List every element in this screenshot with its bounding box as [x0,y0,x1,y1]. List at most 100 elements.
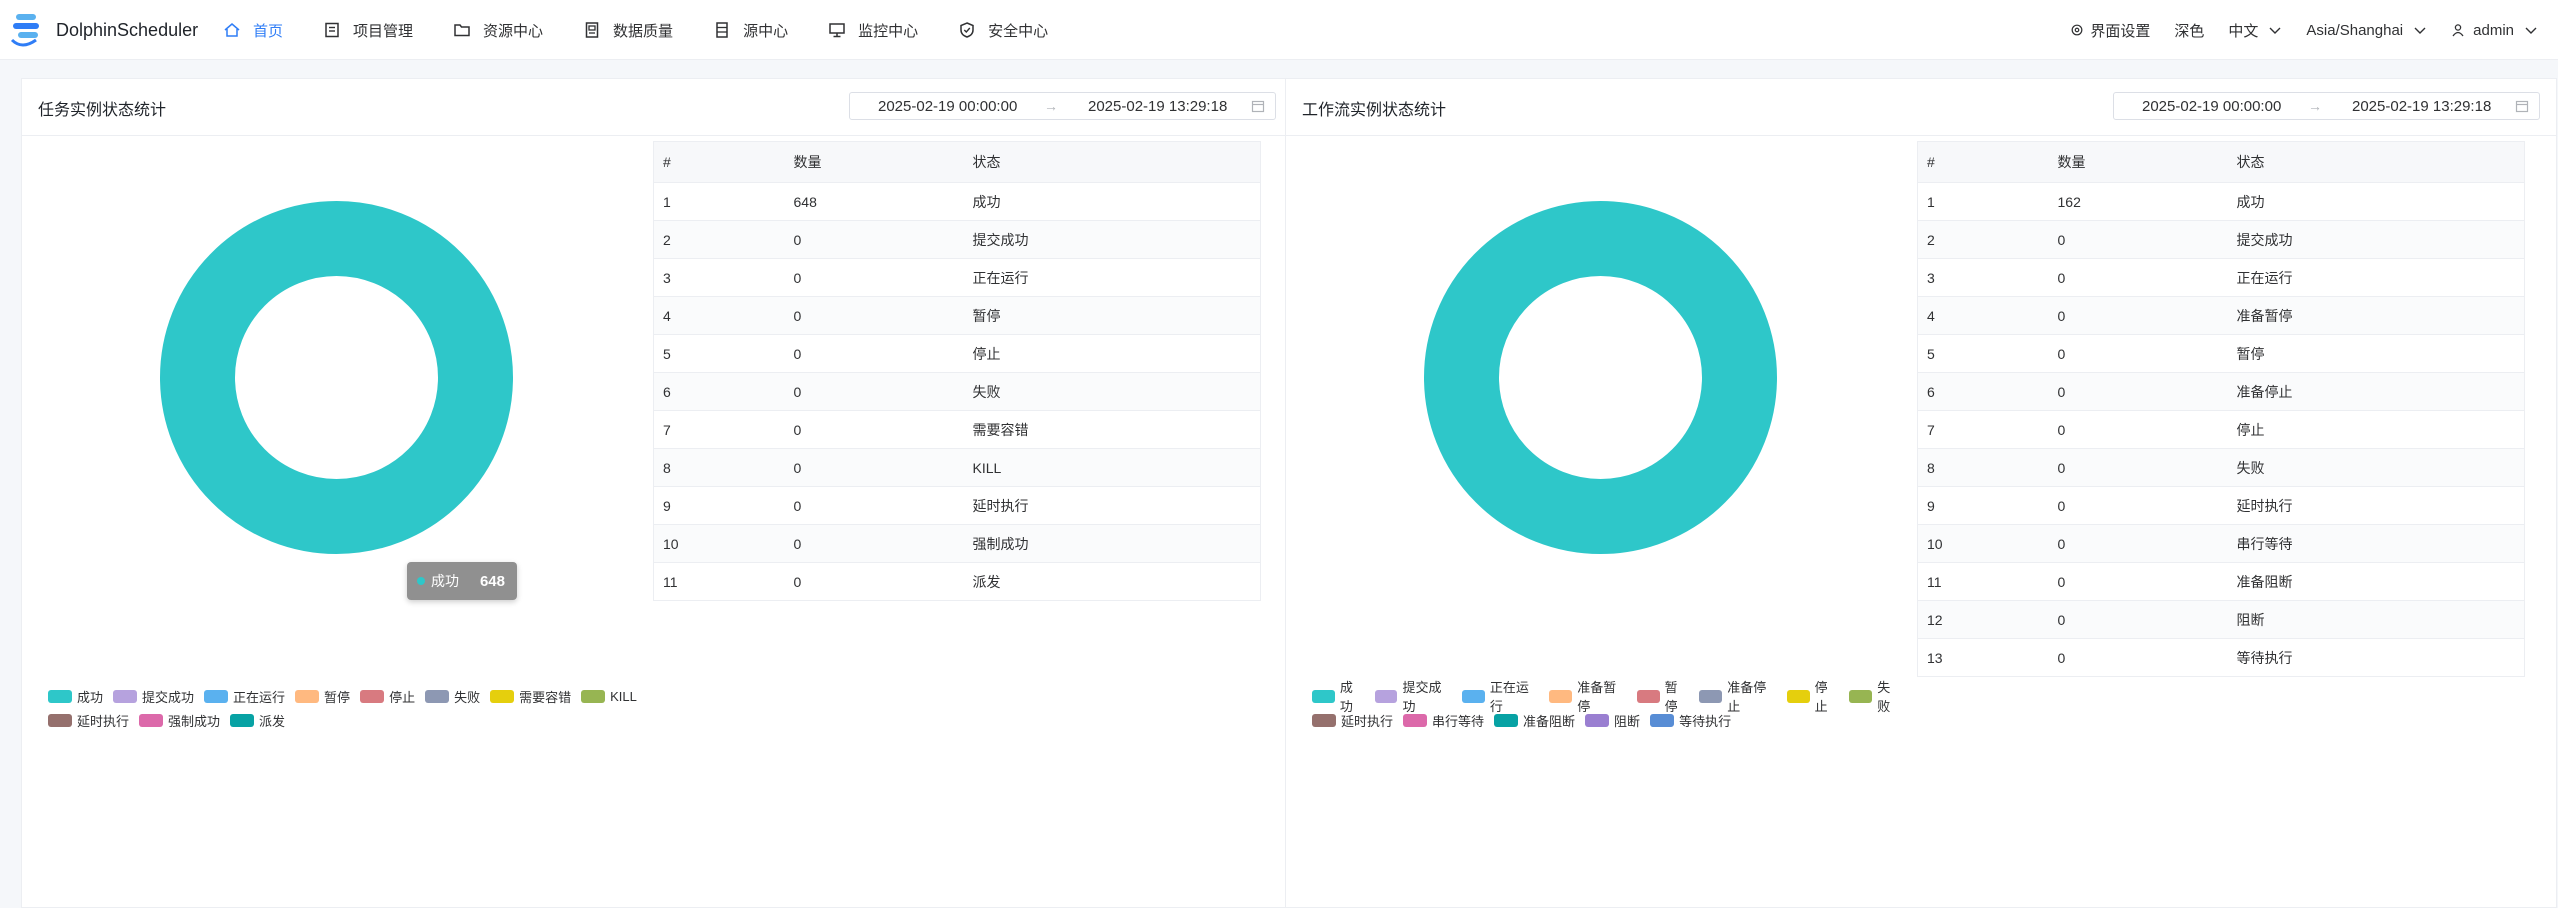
table-cell: 停止 [2227,410,2525,449]
legend-item[interactable]: 暂停 [1636,677,1690,715]
table-cell: 失败 [963,372,1261,411]
legend-label: 延时执行 [1341,713,1394,729]
legend-item[interactable]: 串行等待 [1403,711,1484,730]
nav-item-home[interactable]: 首页 [223,20,283,41]
legend-swatch [425,689,450,703]
nav-item-label: 项目管理 [353,22,414,40]
user-menu[interactable]: admin [2451,22,2538,39]
start-date[interactable]: 2025-02-19 00:00:00 [2142,98,2281,115]
date-range-picker[interactable]: 2025-02-19 00:00:00 → 2025-02-19 13:29:1… [2113,92,2540,120]
theme-toggle[interactable]: 深色 [2174,20,2204,41]
legend-item[interactable]: 提交成功 [113,687,194,706]
legend-item[interactable]: 失败 [425,687,480,706]
end-date[interactable]: 2025-02-19 13:29:18 [1088,98,1227,115]
nav-item-monitor[interactable]: 监控中心 [828,20,918,41]
table-cell: 12 [1917,600,2049,639]
date-range-picker[interactable]: 2025-02-19 00:00:00 → 2025-02-19 13:29:1… [849,92,1276,120]
donut-slice-success[interactable] [1424,201,1777,554]
legend-label: 准备阻断 [1523,713,1576,729]
legend-item[interactable]: 暂停 [295,687,350,706]
table-cell: 9 [653,486,785,525]
language-select[interactable]: 中文 [2228,20,2282,41]
workflow-status-table: # 数量 状态 1 162 成功 2 0 提交成功 3 0 正在运行 4 0 准备暂停 5 0 暂停 6 0 准备停止… [1917,141,2525,677]
legend-item[interactable]: 派发 [230,711,285,730]
legend-item[interactable]: KILL [581,689,637,704]
task-donut-chart[interactable] [158,199,515,556]
table-cell: 4 [1917,296,2049,335]
table-cell: 失败 [2227,448,2525,487]
legend-item[interactable]: 阻断 [1585,711,1640,730]
legend-swatch [1312,689,1335,703]
legend-item[interactable]: 成功 [1312,677,1365,715]
legend-label: 阻断 [1614,713,1641,729]
workflow-donut-chart[interactable] [1422,199,1779,556]
brand-logo[interactable]: DolphinScheduler [10,10,198,50]
legend-item[interactable]: 准备停止 [1699,677,1776,715]
nav-item-shield[interactable]: 安全中心 [958,20,1048,41]
legend-item[interactable]: 延时执行 [1312,711,1393,730]
table-cell: 串行等待 [2227,524,2525,563]
table-cell: 0 [784,410,964,449]
table-cell: 准备停止 [2227,372,2525,411]
nav-item-data-quality[interactable]: 数据质量 [583,20,673,41]
legend-item[interactable]: 停止 [1786,677,1840,715]
table-row: 8 0 失败 [1917,448,2525,487]
table-row: 7 0 需要容错 [653,410,1261,449]
table-cell: 0 [784,220,964,259]
legend-label: 正在运行 [233,689,286,705]
legend-swatch [1585,713,1610,727]
table-header-row: # 数量 状态 [653,141,1261,183]
datasource-icon [716,22,728,38]
shield-icon [960,22,974,38]
legend-item[interactable]: 正在运行 [1462,677,1539,715]
monitor-icon [829,23,845,38]
legend-swatch [139,713,164,727]
table-cell: 8 [1917,448,2049,487]
table-cell: 648 [784,182,964,221]
legend-item[interactable]: 提交成功 [1374,677,1452,715]
legend-item[interactable]: 需要容错 [490,687,571,706]
legend-swatch [1462,689,1485,703]
legend-item[interactable]: 延时执行 [48,711,129,730]
table-row: 6 0 失败 [653,372,1261,411]
table-cell: 需要容错 [963,410,1261,449]
legend-item[interactable]: 成功 [48,687,103,706]
nav-item-datasource[interactable]: 源中心 [713,20,788,41]
legend-swatch [360,689,385,703]
table-cell: 0 [2048,220,2228,259]
legend-label: KILL [610,688,637,704]
table-cell: 0 [2048,486,2228,525]
table-cell: 提交成功 [2227,220,2525,259]
legend-item[interactable]: 准备阻断 [1494,711,1575,730]
table-row: 2 0 提交成功 [653,220,1261,259]
legend-item[interactable]: 停止 [360,687,415,706]
legend-item[interactable]: 正在运行 [204,687,285,706]
legend-item[interactable]: 准备暂停 [1549,677,1626,715]
chevron-down-icon [2414,27,2426,34]
column-header: 状态 [963,141,1261,183]
nav-item-project[interactable]: 项目管理 [323,20,413,41]
chevron-down-icon [2269,27,2281,34]
table-cell: 提交成功 [963,220,1261,259]
column-header: # [653,141,785,183]
legend-label: 派发 [259,713,286,729]
end-date[interactable]: 2025-02-19 13:29:18 [2352,98,2491,115]
start-date[interactable]: 2025-02-19 00:00:00 [878,98,1017,115]
table-cell: 正在运行 [963,258,1261,297]
table-cell: 0 [784,334,964,373]
legend-label: 需要容错 [519,689,572,705]
timezone-select[interactable]: Asia/Shanghai [2306,22,2427,39]
table-row: 4 0 准备暂停 [1917,296,2525,335]
donut-slice-success[interactable] [160,201,513,554]
ui-settings-button[interactable]: 界面设置 [2070,20,2150,41]
table-cell: 10 [1917,524,2049,563]
arrow-right-icon: → [1044,98,1058,114]
table-cell: 等待执行 [2227,638,2525,677]
legend-item[interactable]: 强制成功 [139,711,220,730]
table-row: 1 648 成功 [653,182,1261,221]
table-cell: 0 [784,562,964,601]
nav-item-folder[interactable]: 资源中心 [453,20,543,41]
legend-item[interactable]: 等待执行 [1650,711,1731,730]
legend-item[interactable]: 失败 [1849,677,1902,715]
tooltip-color-dot [417,577,425,585]
